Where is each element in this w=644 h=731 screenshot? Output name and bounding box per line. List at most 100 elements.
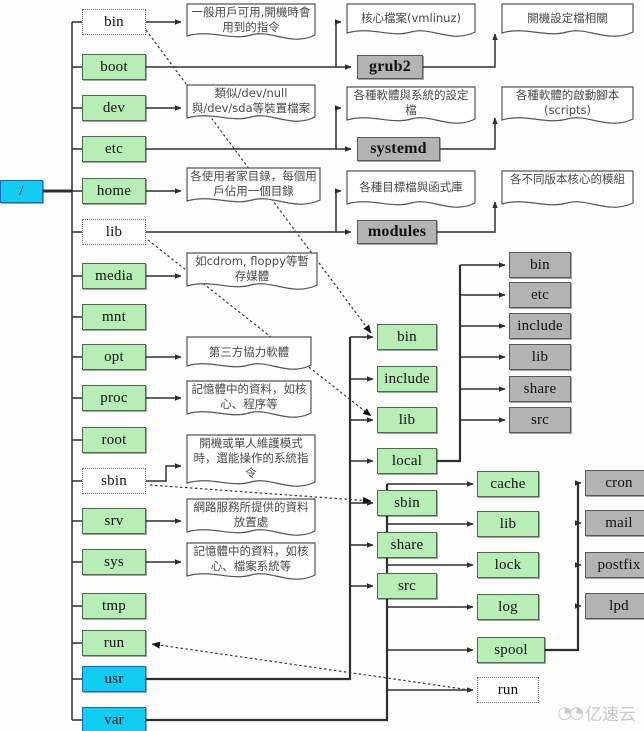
node-usr-bin[interactable]: bin bbox=[377, 324, 437, 350]
node-label: lock bbox=[494, 556, 522, 573]
node-sys[interactable]: sys bbox=[82, 549, 146, 575]
node-label: log bbox=[498, 598, 518, 615]
node-label: systemd bbox=[370, 140, 427, 157]
node-run[interactable]: run bbox=[82, 630, 146, 656]
node-boot[interactable]: boot bbox=[82, 54, 146, 80]
node-label: spool bbox=[494, 641, 528, 658]
node-local-lib[interactable]: lib bbox=[509, 344, 571, 370]
node-var-log[interactable]: log bbox=[477, 594, 539, 620]
node-usr-lib[interactable]: lib bbox=[377, 407, 437, 433]
note-text: 核心檔案(vmlinuz) bbox=[361, 11, 461, 25]
node-tmp[interactable]: tmp bbox=[82, 593, 146, 619]
node-local-share[interactable]: share bbox=[509, 376, 571, 402]
node-bin[interactable]: bin bbox=[82, 9, 146, 35]
note-media: 如cdrom, floppy等暫存媒體 bbox=[186, 252, 318, 298]
note-text: 各不同版本核心的模組 bbox=[510, 172, 625, 186]
node-var-spool[interactable]: spool bbox=[477, 637, 545, 663]
node-label: src bbox=[530, 411, 550, 428]
node-var-lib[interactable]: lib bbox=[477, 511, 539, 537]
node-var[interactable]: var bbox=[82, 707, 146, 731]
node-grub2[interactable]: grub2 bbox=[357, 55, 423, 79]
node-proc[interactable]: proc bbox=[82, 385, 146, 411]
node-local-etc[interactable]: etc bbox=[509, 282, 571, 308]
node-label: dev bbox=[102, 99, 126, 116]
node-modules[interactable]: modules bbox=[357, 220, 437, 244]
node-opt[interactable]: opt bbox=[82, 344, 146, 370]
node-lib[interactable]: lib bbox=[82, 219, 146, 245]
node-label: usr bbox=[104, 670, 124, 687]
node-root-dir[interactable]: root bbox=[82, 427, 146, 453]
note-text: 各種軟體與系統的設定檔 bbox=[353, 88, 469, 117]
node-label: var bbox=[104, 711, 124, 728]
node-label: / bbox=[19, 183, 24, 199]
note-text: 記憶體中的資料，如核心、程序等 bbox=[191, 382, 307, 411]
node-usr-src[interactable]: src bbox=[377, 573, 437, 599]
node-local-src[interactable]: src bbox=[509, 407, 571, 433]
node-systemd[interactable]: systemd bbox=[357, 137, 440, 161]
note-text: 記憶體中的資料，如核心、檔案系統等 bbox=[193, 544, 309, 573]
node-label: grub2 bbox=[369, 58, 411, 75]
node-local-bin[interactable]: bin bbox=[509, 252, 571, 278]
node-label: cron bbox=[605, 474, 633, 491]
node-label: proc bbox=[100, 389, 128, 406]
filesystem-hierarchy-diagram: / bin boot dev etc home lib media mnt op… bbox=[0, 0, 644, 731]
node-label: etc bbox=[104, 140, 124, 157]
node-spool-mail[interactable]: mail bbox=[585, 510, 644, 536]
note-home: 各使用者家目錄，每個用戶佔用一個目錄 bbox=[186, 167, 321, 213]
node-usr-local[interactable]: local bbox=[377, 448, 437, 474]
node-label: share bbox=[523, 380, 557, 397]
note-text: 開機設定檔相關 bbox=[527, 11, 608, 25]
note-text: 各種目標檔與函式庫 bbox=[359, 180, 463, 194]
node-root[interactable]: / bbox=[0, 180, 43, 203]
node-var-cache[interactable]: cache bbox=[477, 471, 539, 497]
node-label: boot bbox=[100, 58, 128, 75]
note-text: 一般用戶可用,開機時會用到的指令 bbox=[191, 5, 311, 34]
watermark-text: 亿速云 bbox=[585, 705, 636, 725]
node-spool-cron[interactable]: cron bbox=[585, 470, 644, 496]
node-media[interactable]: media bbox=[82, 263, 146, 289]
node-label: include bbox=[384, 370, 430, 387]
node-label: run bbox=[103, 634, 125, 651]
node-etc[interactable]: etc bbox=[82, 136, 146, 162]
node-usr-sbin[interactable]: sbin bbox=[377, 490, 437, 516]
node-label: sbin bbox=[394, 494, 420, 511]
node-label: lib bbox=[531, 348, 549, 365]
node-usr-include[interactable]: include bbox=[377, 366, 437, 392]
note-sys: 記憶體中的資料，如核心、檔案系統等 bbox=[186, 542, 316, 588]
node-label: bin bbox=[530, 256, 550, 273]
note-boot-kernel: 核心檔案(vmlinuz) bbox=[346, 3, 476, 45]
node-label: local bbox=[391, 452, 423, 469]
node-label: tmp bbox=[102, 597, 126, 614]
node-label: bin bbox=[397, 328, 417, 345]
node-spool-postfix[interactable]: postfix bbox=[585, 552, 644, 578]
node-usr[interactable]: usr bbox=[82, 666, 146, 692]
note-lib-obj: 各種目標檔與函式庫 bbox=[346, 170, 476, 216]
node-sbin[interactable]: sbin bbox=[82, 468, 146, 494]
node-label: sbin bbox=[101, 472, 127, 489]
watermark-logo-icon: ◔◔ bbox=[557, 702, 584, 723]
node-label: root bbox=[101, 431, 127, 448]
watermark: ◔◔ 亿速云 bbox=[557, 700, 636, 726]
note-text: 如cdrom, floppy等暫存媒體 bbox=[195, 254, 309, 283]
note-opt: 第三方協力軟體 bbox=[186, 336, 312, 378]
note-modules-desc: 各不同版本核心的模組 bbox=[501, 170, 634, 216]
node-local-include[interactable]: include bbox=[509, 313, 571, 339]
node-var-lock[interactable]: lock bbox=[477, 552, 539, 578]
node-mnt[interactable]: mnt bbox=[82, 304, 146, 330]
node-home[interactable]: home bbox=[82, 178, 146, 204]
node-label: include bbox=[517, 317, 563, 334]
node-srv[interactable]: srv bbox=[82, 508, 146, 534]
note-srv: 網路服務所提供的資料放置處 bbox=[186, 498, 316, 544]
node-dev[interactable]: dev bbox=[82, 95, 146, 121]
node-usr-share[interactable]: share bbox=[377, 532, 437, 558]
note-grub2-desc: 開機設定檔相關 bbox=[501, 3, 634, 45]
note-text: 網路服務所提供的資料放置處 bbox=[193, 500, 309, 529]
note-bin: 一般用戶可用,開機時會用到的指令 bbox=[186, 3, 316, 47]
node-var-run[interactable]: run bbox=[477, 677, 539, 703]
node-label: modules bbox=[367, 223, 427, 240]
node-label: lpd bbox=[609, 597, 629, 614]
node-spool-lpd[interactable]: lpd bbox=[585, 593, 644, 619]
node-label: lib bbox=[499, 515, 517, 532]
note-systemd-desc: 各種軟體的啟動腳本(scripts) bbox=[501, 86, 634, 132]
note-text: 類似/dev/null與/dev/sda等裝置檔案 bbox=[191, 86, 311, 115]
